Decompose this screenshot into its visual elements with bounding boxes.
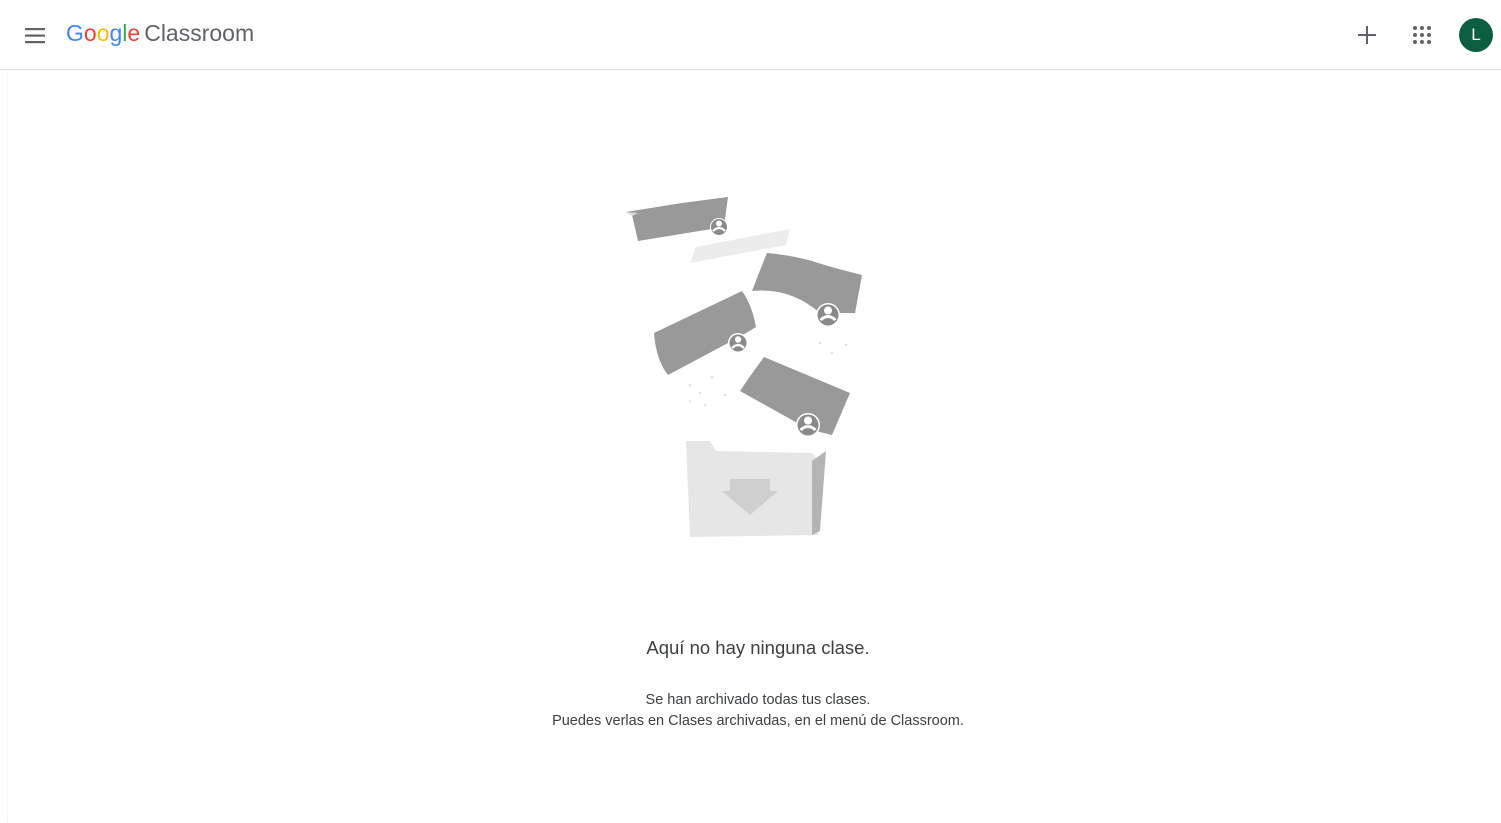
- google-apps-button[interactable]: [1402, 15, 1442, 55]
- empty-state-title: Aquí no hay ninguna clase.: [646, 637, 870, 658]
- top-app-bar: Google Classroom L: [0, 0, 1501, 70]
- apps-grid-icon: [1413, 26, 1431, 44]
- archived-classes-illustration: [626, 197, 862, 537]
- create-or-join-class-button[interactable]: [1347, 15, 1387, 55]
- google-wordmark: Google: [66, 20, 140, 47]
- main-menu-button[interactable]: [16, 16, 56, 56]
- hamburger-menu-icon: [25, 28, 45, 44]
- avatar-initial: L: [1471, 25, 1481, 44]
- brand-letter: G: [66, 20, 84, 46]
- product-name: Classroom: [144, 20, 255, 46]
- brand-letter: g: [109, 20, 123, 46]
- brand-letter: o: [96, 20, 110, 46]
- top-actions: L: [1347, 0, 1501, 70]
- empty-state-line: Puedes verlas en Clases archivadas, en e…: [552, 713, 964, 729]
- google-classroom-logo[interactable]: Google Classroom: [66, 20, 254, 52]
- account-avatar[interactable]: L: [1459, 18, 1493, 52]
- empty-state-description: Se han archivado todas tus clases. Puede…: [0, 690, 1501, 732]
- brand-letter: e: [127, 20, 141, 46]
- brand-letter: o: [83, 20, 97, 46]
- empty-state-line: Se han archivado todas tus clases.: [645, 692, 871, 708]
- plus-icon: [1358, 26, 1376, 44]
